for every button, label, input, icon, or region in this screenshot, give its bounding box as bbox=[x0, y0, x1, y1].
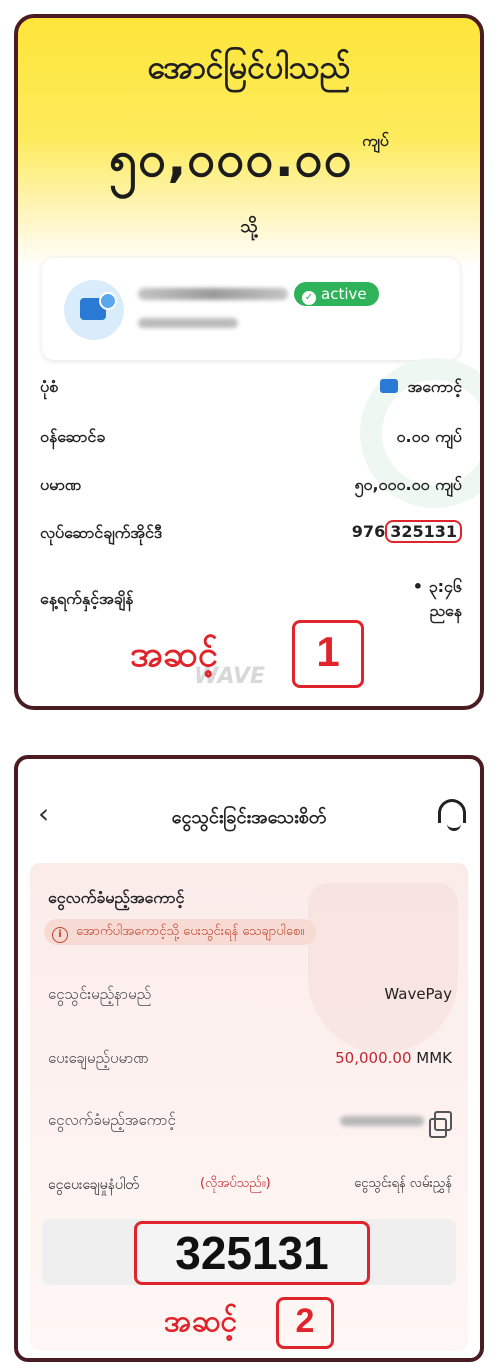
recipient-card: ✓ active bbox=[42, 258, 460, 360]
warning-banner: i အောက်ပါအကောင့်သို့ ပေးသွင်းရန် သေချာပါစ… bbox=[44, 919, 317, 945]
step-2-label: အဆင့် bbox=[164, 1304, 238, 1339]
pay-amount-unit: MMK bbox=[416, 1049, 452, 1067]
recipient-name-redacted bbox=[138, 288, 288, 300]
amount-currency: ကျပ် bbox=[362, 131, 389, 150]
page-title: ငွေသွင်းခြင်းအသေးစိတ် bbox=[171, 807, 327, 828]
check-icon: ✓ bbox=[302, 291, 316, 305]
datetime-line1: • ၃:၄၆ bbox=[412, 577, 462, 596]
section-title: ငွေလက်ခံမည့်အကောင့် bbox=[48, 888, 185, 907]
transaction-id-prefix: 976 bbox=[351, 522, 386, 541]
detail-label: ပေးချေမည့်ပမာဏ bbox=[48, 1049, 149, 1067]
deposit-guide-link[interactable]: ငွေသွင်းရန် လမ်းညွှန် bbox=[354, 1175, 452, 1194]
detail-value-text: အကောင့် bbox=[407, 377, 462, 396]
detail-label: ပုံစံ bbox=[40, 377, 59, 396]
warning-text: အောက်ပါအကောင့်သို့ ပေးသွင်းရန် သေချာပါစေ… bbox=[76, 924, 305, 939]
detail-value: ၅၀,၀၀၀.၀၀ ကျပ် bbox=[354, 475, 462, 494]
to-label: သို့ bbox=[240, 216, 258, 237]
detail-label: လုပ်ဆောင်ချက်အိုင်ဒီ bbox=[40, 523, 163, 542]
detail-label: ငွေလက်ခံမည့်အကောင့် bbox=[48, 1111, 176, 1129]
recipient-phone-redacted bbox=[138, 318, 238, 328]
success-title: အောင်မြင်ပါသည် bbox=[147, 48, 351, 86]
detail-value: ၀.၀၀ ကျပ် bbox=[396, 427, 462, 446]
shield-watermark-icon bbox=[308, 883, 458, 1053]
status-badge: ✓ active bbox=[294, 282, 379, 306]
slip-label: ငွေပေးချေမှုနံပါတ် bbox=[48, 1177, 139, 1193]
detail-value bbox=[340, 1111, 452, 1138]
copy-icon[interactable] bbox=[429, 1111, 452, 1138]
receiving-account-card: ငွေလက်ခံမည့်အကောင့် i အောက်ပါအကောင့်သို့ … bbox=[30, 863, 468, 1351]
transaction-id-highlight: 325131 bbox=[385, 520, 462, 543]
datetime-line2: ညနေ bbox=[429, 601, 462, 620]
detail-label: ဝန်ဆောင်ခ bbox=[40, 427, 106, 446]
detail-value: • ၃:၄၆ ညနေ bbox=[413, 576, 462, 624]
step-1-label: အဆင့် bbox=[130, 634, 218, 675]
detail-value: WavePay bbox=[384, 985, 452, 1003]
wallet-avatar bbox=[64, 280, 124, 340]
status-badge-text: active bbox=[321, 285, 367, 303]
transaction-id-value: 976 325131 bbox=[351, 520, 462, 543]
amount-value: ၅၀,၀၀၀.၀၀ bbox=[109, 130, 353, 188]
success-receipt-panel: အောင်မြင်ပါသည် ၅၀,၀၀၀.၀၀ ကျပ် သို့ ✓ acti… bbox=[14, 14, 484, 710]
wave-logo-icon bbox=[99, 292, 117, 310]
step-2-number: 2 bbox=[276, 1297, 334, 1349]
account-number-redacted bbox=[340, 1116, 424, 1126]
detail-label: ပမာဏ bbox=[40, 475, 81, 494]
headset-support-icon[interactable] bbox=[438, 799, 466, 831]
detail-label: ငွေသွင်းမည့်နာမည် bbox=[48, 985, 152, 1003]
detail-value: အကောင့် bbox=[379, 376, 462, 400]
detail-label: နေ့ရက်နှင့်အချိန် bbox=[40, 589, 134, 608]
transfer-amount: ၅၀,၀၀၀.၀၀ ကျပ် bbox=[18, 128, 480, 201]
info-icon: i bbox=[52, 927, 68, 943]
slip-required: (လိုအပ်သည်။) bbox=[200, 1176, 271, 1191]
pay-amount-value: 50,000.00 bbox=[335, 1049, 412, 1067]
deposit-details-panel: ‹ ငွေသွင်းခြင်းအသေးစိတ် ငွေလက်ခံမည့်အကော… bbox=[14, 755, 484, 1362]
account-icon bbox=[379, 379, 398, 393]
step-1-number: 1 bbox=[292, 620, 364, 688]
detail-value: 50,000.00 MMK bbox=[335, 1049, 452, 1067]
reference-number-value: 325131 bbox=[134, 1221, 370, 1285]
